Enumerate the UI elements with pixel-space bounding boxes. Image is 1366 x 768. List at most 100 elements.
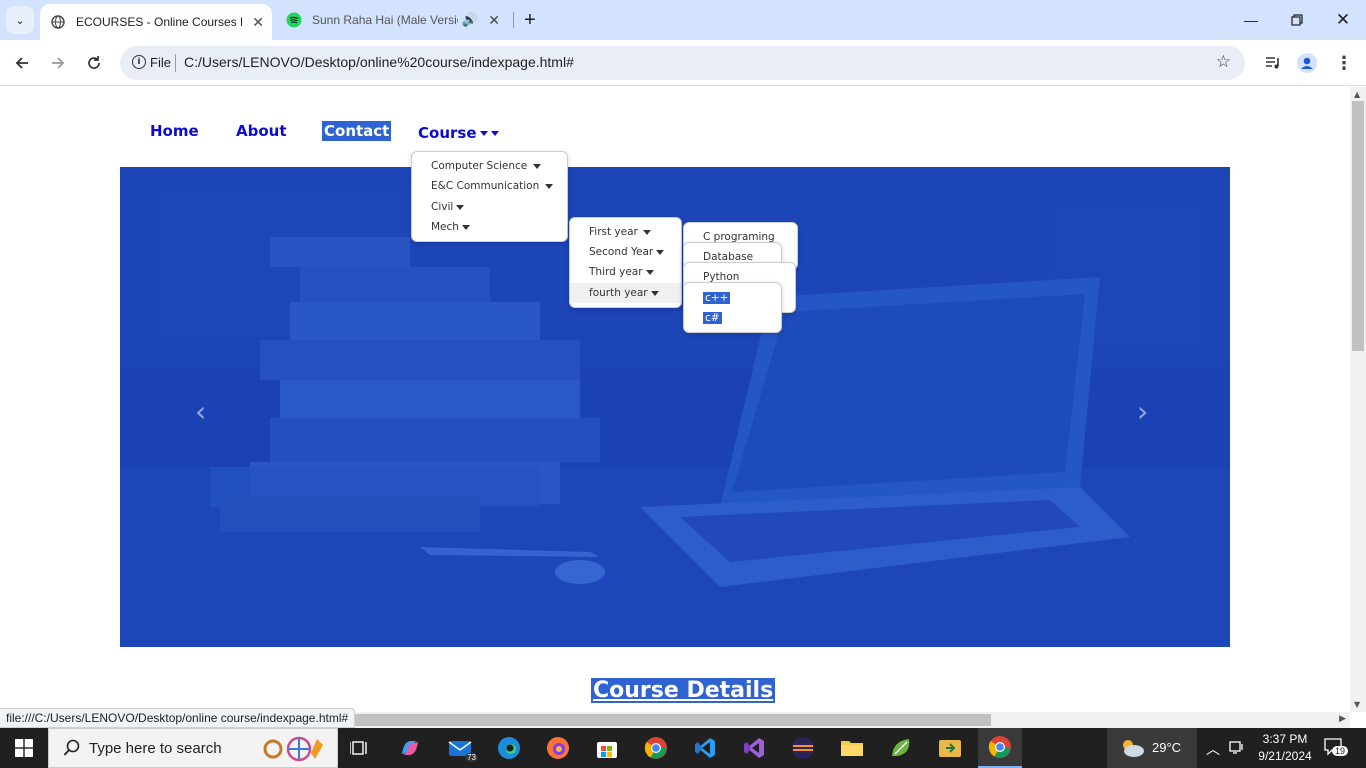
search-icon [63, 739, 81, 761]
menu-item-label: Mech [431, 221, 459, 233]
course-dropdown: Computer Science E&C Communication Civil… [411, 151, 568, 242]
chrome-icon[interactable] [636, 732, 676, 764]
kebab-menu-icon[interactable]: ⋮ [1333, 52, 1355, 74]
file-explorer-icon[interactable] [832, 732, 872, 764]
notification-badge: 19 [1332, 746, 1349, 756]
visual-studio-icon[interactable] [734, 732, 774, 764]
nav-contact[interactable]: Contact [322, 121, 392, 141]
tab-search-button[interactable]: ⌄ [6, 6, 34, 34]
menu-item-label: First year [589, 226, 638, 238]
year-dropdown: First year Second Year Third year fourth… [569, 217, 682, 308]
search-highlight-icon [259, 735, 325, 767]
taskbar-search[interactable]: Type here to search [48, 728, 338, 768]
eclipse-icon[interactable] [783, 732, 823, 764]
windows-taskbar: Type here to search 73 29°C ︿ 3:37 PM 9/… [0, 728, 1366, 768]
vertical-scrollbar[interactable]: ▲ ▼ [1350, 87, 1366, 712]
nav-about[interactable]: About [236, 122, 287, 140]
menu-item-csharp[interactable]: c# [684, 308, 722, 328]
reload-button[interactable] [80, 49, 108, 77]
menu-item-label: fourth year [589, 287, 648, 299]
search-placeholder: Type here to search [89, 740, 222, 757]
arrow-right-icon [52, 57, 65, 69]
scroll-right-arrow-icon[interactable]: ▶ [1339, 714, 1346, 724]
chrome-active-icon[interactable] [978, 728, 1022, 768]
notification-icon[interactable]: 19 [1324, 738, 1349, 760]
caret-down-icon [456, 204, 465, 210]
clock-date[interactable]: 9/21/2024 [1253, 749, 1317, 763]
url-text[interactable]: C:/Users/LENOVO/Desktop/online%20course/… [184, 54, 574, 70]
caret-down-icon [650, 290, 659, 296]
menu-item-cpp[interactable]: c++ [684, 288, 731, 308]
new-tab-button[interactable]: + [518, 8, 542, 32]
divider [175, 54, 176, 72]
folder-app-icon[interactable] [930, 732, 970, 764]
start-button[interactable] [0, 728, 48, 768]
tab-title: ECOURSES - Online Courses HT [76, 15, 242, 29]
bookmark-star-icon[interactable]: ☆ [1216, 52, 1231, 72]
menu-item-mech[interactable]: Mech [412, 217, 470, 237]
speaker-icon[interactable]: 🔊 [462, 12, 478, 28]
chevron-up-icon[interactable]: ︿ [1206, 739, 1220, 759]
mail-badge: 73 [465, 753, 478, 762]
chevron-down-icon: ⌄ [15, 13, 25, 27]
caret-down-icon [656, 249, 665, 255]
link-status-bar: file:///C:/Users/LENOVO/Desktop/online c… [0, 708, 356, 728]
caret-down-icon [545, 183, 554, 189]
browser-toolbar: i File C:/Users/LENOVO/Desktop/online%20… [0, 40, 1366, 86]
network-icon[interactable] [1228, 740, 1246, 760]
scroll-thumb[interactable] [355, 714, 991, 726]
restore-icon [1291, 14, 1303, 26]
menu-item-fourth-year[interactable]: fourth year [570, 283, 681, 303]
menu-item-civil[interactable]: Civil [412, 197, 465, 217]
caret-down-icon [642, 229, 651, 235]
vscode-icon[interactable] [685, 732, 725, 764]
weather-widget[interactable]: 29°C [1107, 728, 1197, 768]
caret-down-icon [479, 131, 488, 136]
close-icon[interactable]: ✕ [252, 14, 264, 31]
menu-item-label: c# [703, 312, 722, 324]
clock-time[interactable]: 3:37 PM [1258, 732, 1312, 746]
caret-down-icon [645, 269, 654, 275]
info-icon[interactable]: i [132, 55, 146, 69]
carousel-next-icon[interactable]: › [1137, 395, 1148, 428]
spring-tool-icon[interactable] [881, 732, 921, 764]
firefox-icon[interactable] [538, 732, 578, 764]
menu-item-label: c++ [703, 292, 731, 304]
menu-item-label: Computer Science [431, 160, 528, 172]
scheme-chip[interactable]: File [150, 55, 171, 70]
menu-item-label: E&C Communication [431, 180, 540, 192]
microsoft-store-icon[interactable] [587, 732, 627, 764]
address-bar[interactable]: i File C:/Users/LENOVO/Desktop/online%20… [120, 46, 1245, 80]
weather-cloud-icon [1119, 738, 1145, 762]
subject-dropdown-fourth: c++ c# [683, 282, 782, 333]
tab-ecourses[interactable]: ECOURSES - Online Courses HT ✕ [40, 4, 272, 40]
task-view-icon[interactable] [340, 732, 380, 764]
globe-icon [50, 14, 66, 30]
nav-home[interactable]: Home [150, 122, 199, 140]
menu-item-third-year[interactable]: Third year [570, 262, 681, 282]
scroll-up-arrow-icon[interactable]: ▲ [1354, 90, 1360, 99]
menu-item-computer-science[interactable]: Computer Science [412, 156, 542, 176]
caret-down-icon [490, 131, 499, 136]
minimize-button[interactable]: — [1228, 0, 1274, 40]
copilot-icon[interactable] [390, 732, 430, 764]
mail-icon[interactable]: 73 [440, 732, 480, 764]
tab-spotify[interactable]: Sunn Raha Hai (Male Versio 🔊 ✕ [276, 4, 508, 36]
browser-tab-strip: ⌄ ECOURSES - Online Courses HT ✕ Sunn Ra… [0, 0, 1366, 40]
media-control-icon[interactable] [1262, 52, 1284, 74]
restore-button[interactable] [1274, 0, 1320, 40]
back-button[interactable] [8, 49, 36, 77]
scroll-thumb[interactable] [1352, 101, 1364, 351]
nav-course[interactable]: Course [418, 124, 499, 142]
menu-item-ec-communication[interactable]: E&C Communication [412, 176, 554, 196]
menu-item-first-year[interactable]: First year [570, 222, 681, 242]
window-close-button[interactable]: ✕ [1320, 0, 1366, 40]
menu-item-second-year[interactable]: Second Year [570, 242, 681, 262]
profile-avatar-icon[interactable] [1296, 52, 1318, 74]
edge-icon[interactable] [489, 732, 529, 764]
close-icon[interactable]: ✕ [488, 12, 500, 29]
tab-title: Sunn Raha Hai (Male Versio [312, 13, 458, 27]
forward-button[interactable] [44, 49, 72, 77]
scroll-down-arrow-icon[interactable]: ▼ [1354, 700, 1360, 709]
carousel-prev-icon[interactable]: ‹ [195, 395, 206, 428]
